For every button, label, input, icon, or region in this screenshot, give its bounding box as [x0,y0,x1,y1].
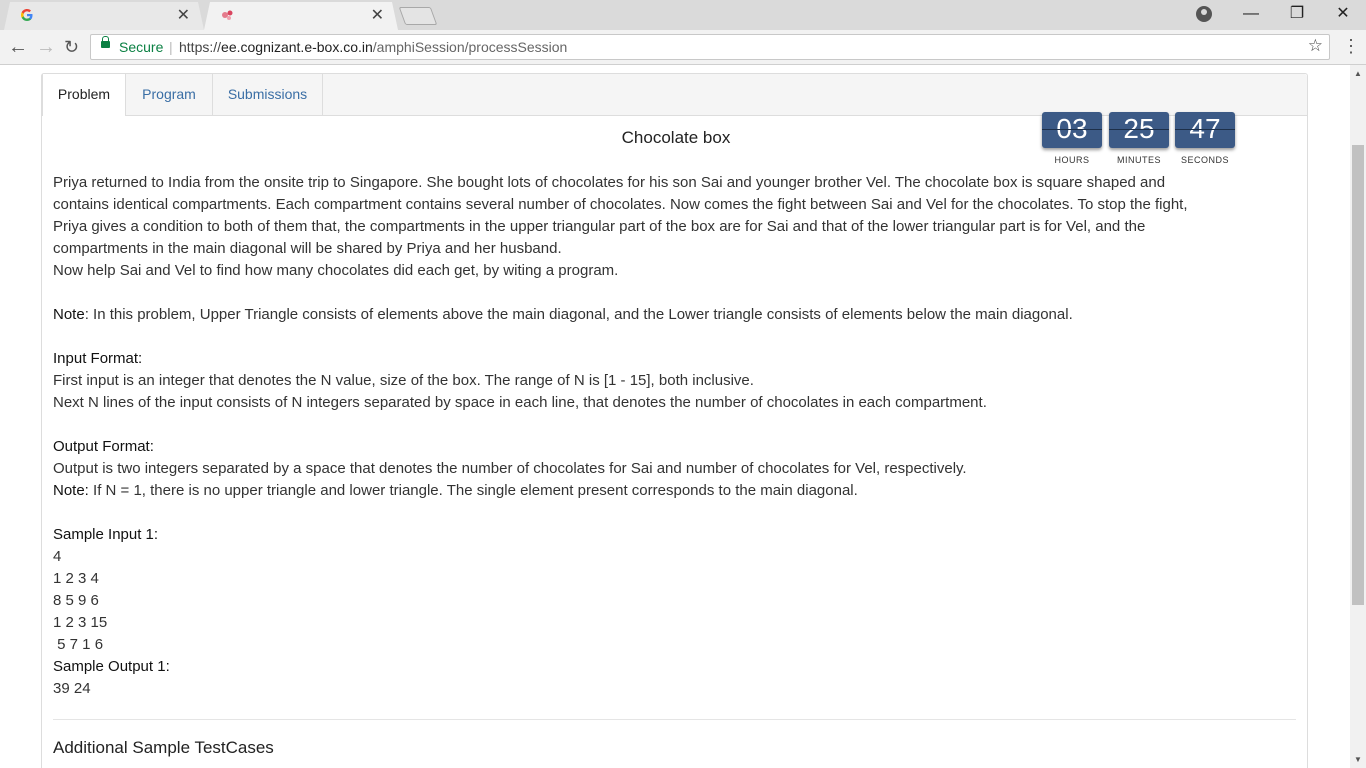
minimize-button[interactable]: — [1228,2,1274,26]
description-line: compartments in the main diagonal will b… [53,240,562,257]
forward-icon[interactable]: → [36,36,56,58]
problem-statement: Priya returned to India from the onsite … [53,172,1293,700]
tab-program[interactable]: Program [126,74,213,115]
omnibox-separator: | [169,39,173,55]
google-icon [21,9,33,21]
note-paragraph: Note: In this problem, Upper Triangle co… [53,304,1293,326]
tab-submissions[interactable]: Submissions [213,74,323,115]
note2-label: Note: [53,482,89,499]
sample-output-heading: Sample Output 1: [53,656,1293,678]
browser-tab-google[interactable]: Google ✕ [4,2,204,30]
profile-icon[interactable] [1196,6,1212,22]
timer-minutes-label: MINUTES [1117,155,1161,165]
note-text: : In this problem, Upper Triangle consis… [84,306,1073,323]
sample-input-heading-text: Sample Input 1: [53,526,159,543]
sample-input-line: 8 5 9 6 [53,592,99,609]
problem-panel: Problem Program Submissions 03 25 47 HOU… [41,73,1308,768]
note2-paragraph: Note: If N = 1, there is no upper triang… [53,480,1293,502]
scroll-up-icon[interactable]: ▲ [1354,69,1362,78]
sample-input-line: 5 7 1 6 [53,636,104,653]
output-format-line: Output is two integers separated by a sp… [53,460,967,477]
close-tab-icon[interactable]: ✕ [371,5,384,25]
browser-tab-strip: Google ✕ Attempt Session ✕ — ❐ ✕ [0,0,1366,30]
sample-input-line: 4 [53,548,62,565]
problem-tabs: Problem Program Submissions [42,74,1307,116]
output-format-heading: Output Format: [53,436,1293,458]
browser-menu-icon[interactable]: ⋮ [1342,36,1360,57]
scrollbar-thumb[interactable] [1352,145,1364,605]
page-viewport: Problem Program Submissions 03 25 47 HOU… [0,65,1350,768]
url-text: https://ee.cognizant.e-box.co.in/amphiSe… [179,39,567,55]
note2-text: If N = 1, there is no upper triangle and… [88,482,858,499]
reload-icon[interactable]: ↻ [64,36,79,58]
browser-tab-attempt-session[interactable]: Attempt Session ✕ [204,2,398,30]
sample-output-line: 39 24 [53,680,91,697]
url-path: /amphiSession/processSession [372,39,568,55]
problem-title: Chocolate box [621,128,731,147]
description-line: Priya gives a condition to both of them … [53,218,1146,235]
section-divider [53,719,1296,720]
input-format-heading: Input Format: [53,348,1293,370]
address-bar[interactable]: Secure | https://ee.cognizant.e-box.co.i… [90,34,1330,60]
scroll-down-icon[interactable]: ▼ [1354,755,1362,764]
url-scheme: https:// [179,39,222,55]
bookmark-star-icon[interactable]: ☆ [1308,36,1323,56]
browser-toolbar: ← → ↻ Secure | https://ee.cognizant.e-bo… [0,30,1366,65]
description-line: Now help Sai and Vel to find how many ch… [53,262,619,279]
close-window-button[interactable]: ✕ [1320,2,1366,26]
sample-output-heading-text: Sample Output 1: [53,658,170,675]
new-tab-button[interactable] [398,7,438,25]
back-icon[interactable]: ← [8,36,28,58]
description-line: contains identical compartments. Each co… [53,196,1188,213]
input-format-heading-text: Input Format: [53,350,143,367]
timer-hours-label: HOURS [1054,155,1090,165]
lock-icon [101,36,110,48]
additional-testcases-heading: Additional Sample TestCases [53,738,274,757]
app-icon [222,10,233,20]
url-host: ee.cognizant.e-box.co.in [221,39,373,55]
sample-input-line: 1 2 3 4 [53,570,99,587]
output-format-heading-text: Output Format: [53,438,154,455]
sample-input-heading: Sample Input 1: [53,524,1293,546]
sample-input-line: 1 2 3 15 [53,614,108,631]
maximize-button[interactable]: ❐ [1274,2,1320,26]
security-label: Secure [119,39,164,55]
input-format-line: Next N lines of the input consists of N … [53,394,987,411]
close-tab-icon[interactable]: ✕ [177,5,190,25]
timer-seconds-label: SECONDS [1180,155,1229,165]
tab-problem[interactable]: Problem [42,74,126,116]
input-format-line: First input is an integer that denotes t… [53,372,754,389]
note-label: Note [53,306,85,323]
page-scrollbar[interactable]: ▲ ▼ [1350,65,1366,768]
description-line: Priya returned to India from the onsite … [53,174,1166,191]
